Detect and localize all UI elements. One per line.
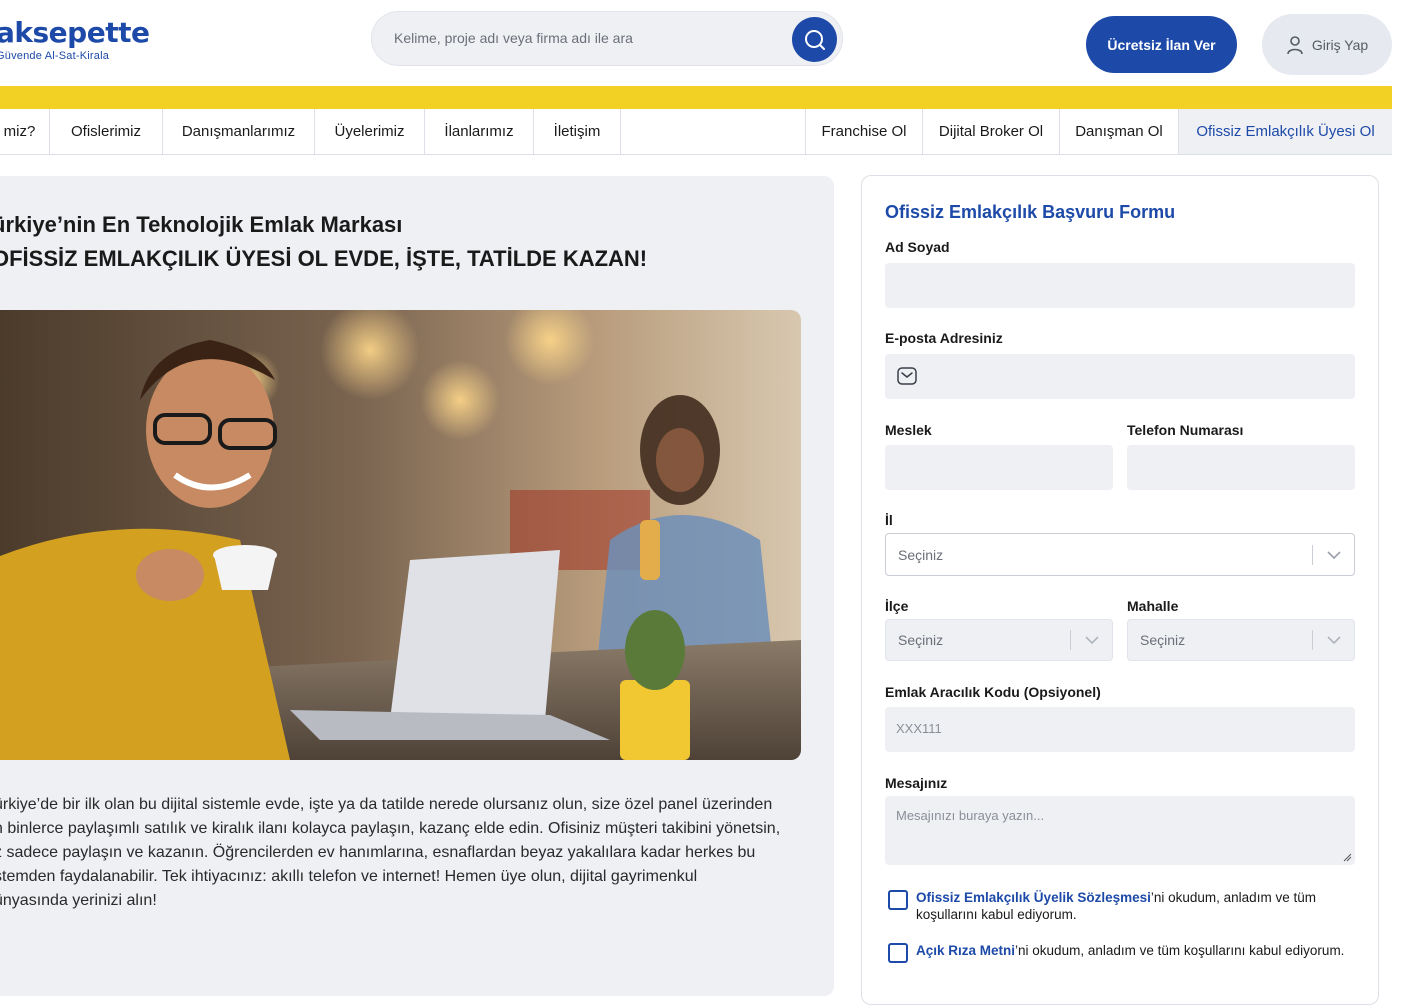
mail-icon xyxy=(897,367,917,385)
nav-item-about[interactable]: miz? xyxy=(0,109,50,154)
consent-membership-checkbox[interactable] xyxy=(888,890,908,910)
login-label: Giriş Yap xyxy=(1311,36,1369,53)
chevron-down-icon[interactable] xyxy=(1313,550,1354,559)
code-field[interactable] xyxy=(885,707,1355,752)
description-line: n binlerce paylaşımlı satılık ve kiralık… xyxy=(0,820,781,837)
phone-field[interactable] xyxy=(1127,445,1355,490)
consent-explicit-suffix: ’ni okudum, anladım ve tüm koşullarını k… xyxy=(1015,943,1345,958)
nav-item-franchise[interactable]: Franchise Ol xyxy=(805,109,923,154)
city-label: İl xyxy=(885,512,893,528)
job-label: Meslek xyxy=(885,422,932,438)
name-input[interactable] xyxy=(885,263,1355,306)
resize-handle-icon[interactable] xyxy=(1342,852,1352,862)
description: ürkiye’de bir ilk olan bu dijital sistem… xyxy=(0,793,804,913)
header: aksepette Güvende Al-Sat-Kirala Ücretsiz… xyxy=(0,0,1420,86)
search-input[interactable] xyxy=(394,30,774,46)
logo-text: aksepette xyxy=(0,16,150,49)
district-label: İlçe xyxy=(885,598,909,614)
login-button[interactable]: Giriş Yap xyxy=(1262,14,1392,75)
consent-explicit-text: Açık Rıza Metni’ni okudum, anladım ve tü… xyxy=(916,942,1344,963)
consent-explicit: Açık Rıza Metni’ni okudum, anladım ve tü… xyxy=(888,942,1348,963)
consent-explicit-checkbox[interactable] xyxy=(888,943,908,963)
nav-item-offices[interactable]: Ofislerimiz xyxy=(50,109,163,154)
page-subtitle: OFİSSİZ EMLAKÇILIK ÜYESİ OL EVDE, İŞTE, … xyxy=(0,246,648,271)
nav-item-digital-broker[interactable]: Dijital Broker Ol xyxy=(923,109,1060,154)
logo[interactable]: aksepette Güvende Al-Sat-Kirala xyxy=(0,16,150,63)
neighborhood-select-value: Seçiniz xyxy=(1140,632,1186,648)
message-label: Mesajınız xyxy=(885,775,948,791)
membership-agreement-link[interactable]: Ofissiz Emlakçılık Üyelik Sözleşmesi xyxy=(916,890,1151,905)
nav-item-become-consultant[interactable]: Danışman Ol xyxy=(1060,109,1179,154)
district-select-value: Seçiniz xyxy=(898,632,944,648)
user-icon xyxy=(1287,35,1303,54)
message-textarea[interactable] xyxy=(885,796,1355,863)
chevron-down-icon[interactable] xyxy=(1071,636,1112,644)
district-select[interactable]: Seçiniz xyxy=(885,619,1113,661)
nav-item-members[interactable]: Üyelerimiz xyxy=(315,109,425,154)
hero-photo xyxy=(0,310,801,760)
phone-input[interactable] xyxy=(1127,445,1355,488)
nav-item-officeless-member[interactable]: Ofissiz Emlakçılık Üyesi Ol xyxy=(1179,109,1392,154)
search-button[interactable] xyxy=(792,17,837,62)
chevron-down-icon[interactable] xyxy=(1313,636,1354,644)
search-bar xyxy=(371,11,843,66)
accent-bar xyxy=(0,86,1392,109)
hero-image xyxy=(0,310,801,760)
name-field[interactable] xyxy=(885,263,1355,308)
page-title: ürkiye’nin En Teknolojik Emlak Markası xyxy=(0,212,403,237)
explicit-consent-link[interactable]: Açık Rıza Metni xyxy=(916,943,1015,958)
post-ad-button[interactable]: Ücretsiz İlan Ver xyxy=(1086,16,1237,73)
description-line: z sadece paylaşın ve kazanın. Öğrenciler… xyxy=(0,844,756,861)
logo-tagline: Güvende Al-Sat-Kirala xyxy=(0,50,110,62)
city-select[interactable]: Seçiniz xyxy=(885,533,1355,576)
city-select-value: Seçiniz xyxy=(898,546,944,563)
email-field[interactable] xyxy=(885,354,1355,399)
consent-membership: Ofissiz Emlakçılık Üyelik Sözleşmesi’ni … xyxy=(888,889,1348,923)
code-input[interactable] xyxy=(885,707,1355,750)
nav-item-contact[interactable]: İletişim xyxy=(534,109,621,154)
description-line: ürkiye’de bir ilk olan bu dijital sistem… xyxy=(0,796,773,813)
description-line: ünyasında yerinizi alın! xyxy=(0,892,157,909)
code-label: Emlak Aracılık Kodu (Opsiyonel) xyxy=(885,684,1101,700)
email-input[interactable] xyxy=(885,354,1355,397)
consent-membership-text: Ofissiz Emlakçılık Üyelik Sözleşmesi’ni … xyxy=(916,889,1348,923)
neighborhood-select[interactable]: Seçiniz xyxy=(1127,619,1355,661)
neighborhood-label: Mahalle xyxy=(1127,598,1179,614)
phone-label: Telefon Numarası xyxy=(1127,422,1244,438)
search-icon xyxy=(804,29,825,50)
email-label: E-posta Adresiniz xyxy=(885,330,1003,346)
name-label: Ad Soyad xyxy=(885,239,950,255)
job-field[interactable] xyxy=(885,445,1113,490)
nav-item-consultants[interactable]: Danışmanlarımız xyxy=(163,109,315,154)
description-line: stemden faydalanabilir. Tek ihtiyacınız:… xyxy=(0,868,698,885)
main-nav: miz? Ofislerimiz Danışmanlarımız Üyeleri… xyxy=(0,109,1392,155)
nav-item-listings[interactable]: İlanlarımız xyxy=(425,109,534,154)
job-input[interactable] xyxy=(885,445,1113,488)
message-field[interactable] xyxy=(885,796,1355,865)
form-title: Ofissiz Emlakçılık Başvuru Formu xyxy=(885,202,1176,222)
